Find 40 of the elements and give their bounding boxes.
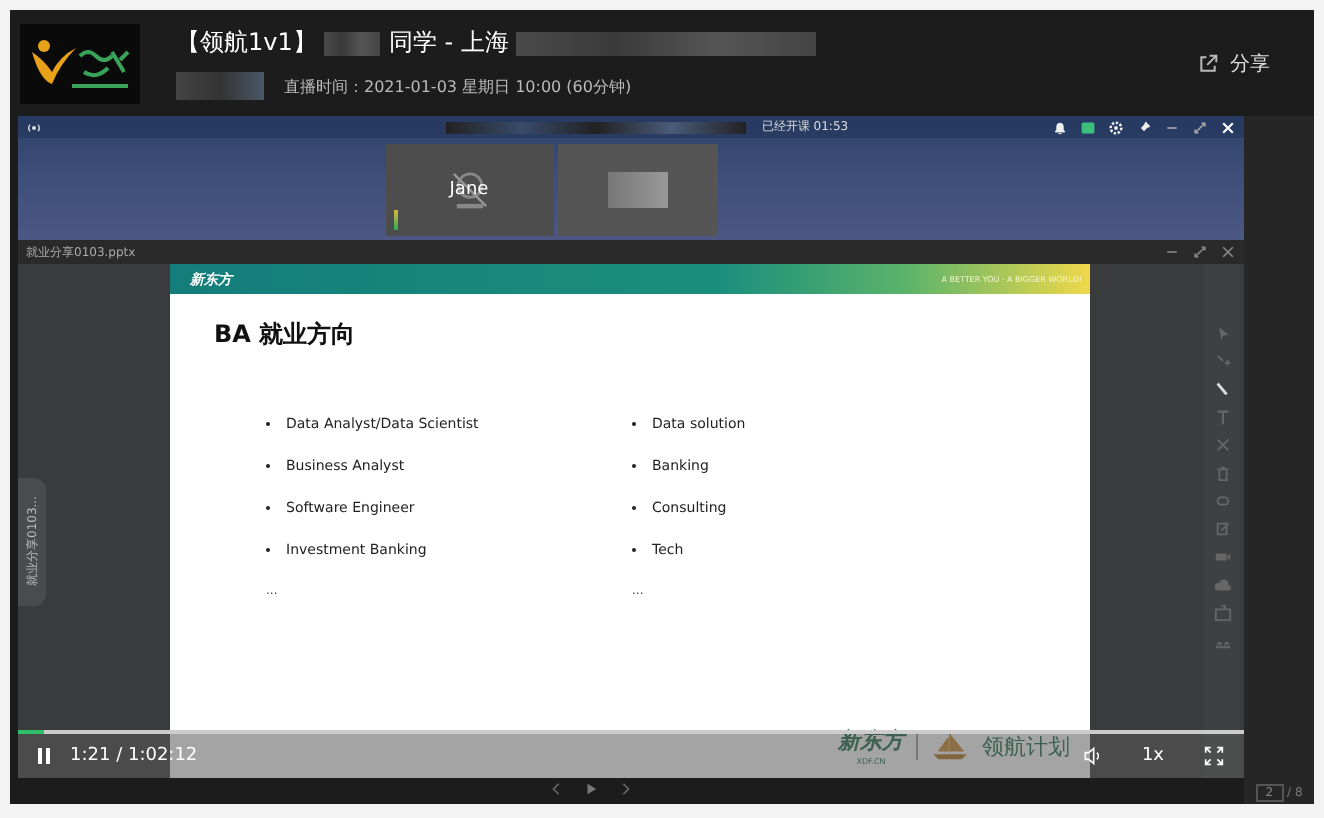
expand-icon[interactable] xyxy=(1192,244,1208,260)
participant-name: Jane xyxy=(449,180,489,200)
pause-icon[interactable] xyxy=(34,746,54,766)
share-button[interactable]: 分享 xyxy=(1198,49,1270,77)
participant-tile[interactable]: Jane xyxy=(385,144,553,236)
student-label: 同学 - 上海 xyxy=(388,26,509,60)
next-icon[interactable] xyxy=(618,781,632,795)
sailboat-icon xyxy=(930,730,970,762)
settings-icon[interactable] xyxy=(1108,119,1124,135)
cross-tool-icon[interactable] xyxy=(1213,436,1231,454)
text-tool-icon[interactable] xyxy=(1213,408,1231,426)
volume-icon[interactable] xyxy=(1081,746,1102,766)
expand-icon[interactable] xyxy=(1192,119,1208,135)
slide-title: BA 就业方向 xyxy=(212,318,358,352)
course-title: 【领航1v1】 xyxy=(176,26,317,60)
blurred-block xyxy=(324,31,381,55)
pen-tool-icon[interactable] xyxy=(1213,380,1231,398)
share-icon xyxy=(1198,53,1218,73)
laser-tool-icon[interactable] xyxy=(1213,352,1231,370)
camera-tool-icon[interactable] xyxy=(1213,548,1231,566)
schedule-text: 直播时间：2021-01-03 星期日 10:00 (60分钟) xyxy=(284,75,632,97)
screen-share-tile[interactable] xyxy=(557,144,717,236)
pin-icon[interactable] xyxy=(1136,119,1152,135)
fullscreen-icon[interactable] xyxy=(1204,746,1224,766)
trash-tool-icon[interactable] xyxy=(1213,464,1231,482)
playback-time: 1:21 / 1:02:12 xyxy=(70,746,198,766)
speed-button[interactable]: 1x xyxy=(1117,746,1188,766)
bell-icon[interactable] xyxy=(1052,119,1068,135)
blurred-block xyxy=(176,72,264,100)
cloud-tool-icon[interactable] xyxy=(1213,576,1231,594)
screen-share-icon[interactable] xyxy=(1080,119,1096,135)
broadcast-icon xyxy=(26,119,42,135)
shape-tool-icon[interactable] xyxy=(1213,492,1231,510)
camera-off-icon xyxy=(447,168,491,212)
box-tool-icon[interactable] xyxy=(1213,604,1231,622)
logo-icon xyxy=(20,23,140,103)
footer-program-text: 领航计划 xyxy=(982,731,1070,761)
edit-tool-icon[interactable] xyxy=(1213,520,1231,538)
blurred-block xyxy=(607,172,667,208)
previous-icon[interactable] xyxy=(550,781,564,795)
